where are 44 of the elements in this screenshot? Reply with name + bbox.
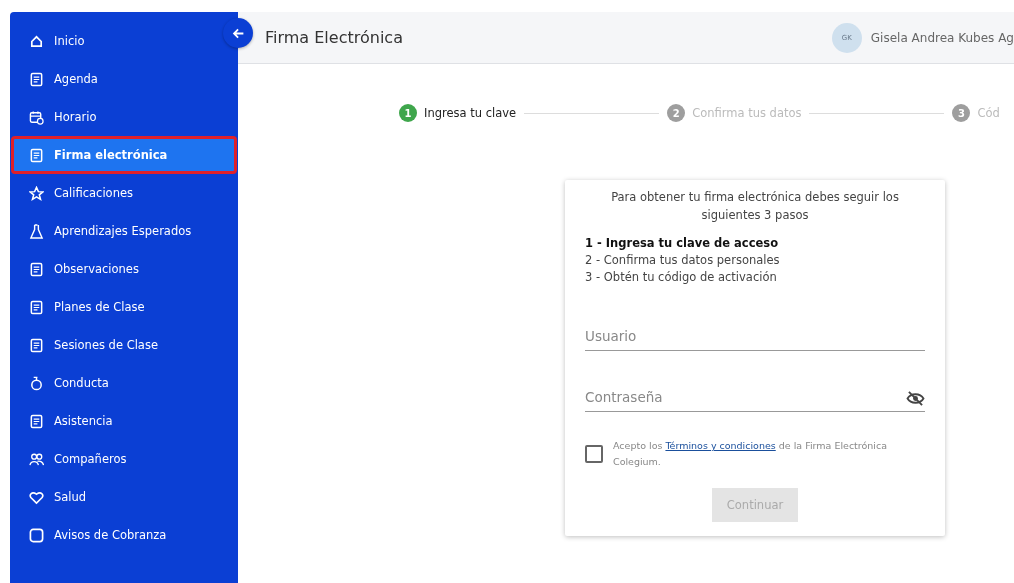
terms-link[interactable]: Términos y condiciones: [665, 440, 776, 451]
step-number: 2: [667, 104, 686, 122]
user-name: Gisela Andrea Kubes Ag: [870, 30, 1014, 45]
sidebar-item[interactable]: Asistencia: [11, 402, 237, 440]
terms-checkbox[interactable]: [585, 445, 603, 463]
sidebar-item[interactable]: Calificaciones: [11, 174, 237, 212]
flask-icon: [29, 223, 44, 239]
terms-text: Acepto los Términos y condiciones de la Firma Electrónica Colegium.: [613, 439, 889, 469]
document-icon: [29, 147, 44, 163]
sidebar-item[interactable]: Sesiones de Clase: [11, 326, 237, 364]
eye-off-icon[interactable]: [906, 391, 925, 406]
sidebar-item[interactable]: Avisos de Cobranza: [11, 516, 237, 554]
page-title: Firma Electrónica: [265, 28, 403, 47]
intro-text: Para obtener tu firma electrónica debes seguir los siguientes 3 pasos: [610, 189, 900, 224]
sidebar-item[interactable]: Aprendizajes Esperados: [11, 212, 237, 250]
password-field[interactable]: Contraseña: [585, 383, 925, 412]
step-instruction: 1 - Ingresa tu clave de acceso: [585, 236, 780, 250]
step-instruction: 3 - Obtén tu código de activación: [585, 270, 778, 284]
apple-icon: [29, 375, 44, 391]
arrow-left-icon: [231, 26, 245, 40]
step-instruction: 2 - Confirma tus datos personales: [585, 253, 781, 267]
square-icon: [29, 527, 44, 543]
people-icon: [29, 451, 44, 467]
collapse-button[interactable]: [223, 18, 253, 48]
sidebar-item[interactable]: Salud: [11, 478, 237, 516]
username-field[interactable]: Usuario: [585, 322, 925, 351]
step-number: 1: [399, 104, 417, 122]
sidebar-item[interactable]: Inicio: [11, 22, 220, 60]
sidebar-item[interactable]: Horario: [11, 98, 237, 136]
sidebar-item[interactable]: Agenda: [11, 60, 237, 98]
sidebar-item[interactable]: Compañeros: [11, 440, 237, 478]
step-label: Confirma tus datos: [692, 106, 802, 120]
calendar-icon: [29, 109, 44, 125]
home-icon: [29, 33, 44, 49]
sidebar-item[interactable]: Firma electrónica: [11, 136, 237, 174]
sidebar-item[interactable]: Conducta: [11, 364, 237, 402]
heart-icon: [29, 489, 44, 505]
agenda-icon: [29, 71, 44, 87]
step-label: Ingresa tu clave: [424, 106, 517, 120]
step-number: 3: [952, 104, 971, 122]
sidebar-item[interactable]: Observaciones: [11, 250, 237, 288]
star-icon: [29, 185, 44, 201]
sidebar-item[interactable]: Planes de Clase: [11, 288, 237, 326]
step-label: Cód: [977, 106, 1000, 120]
